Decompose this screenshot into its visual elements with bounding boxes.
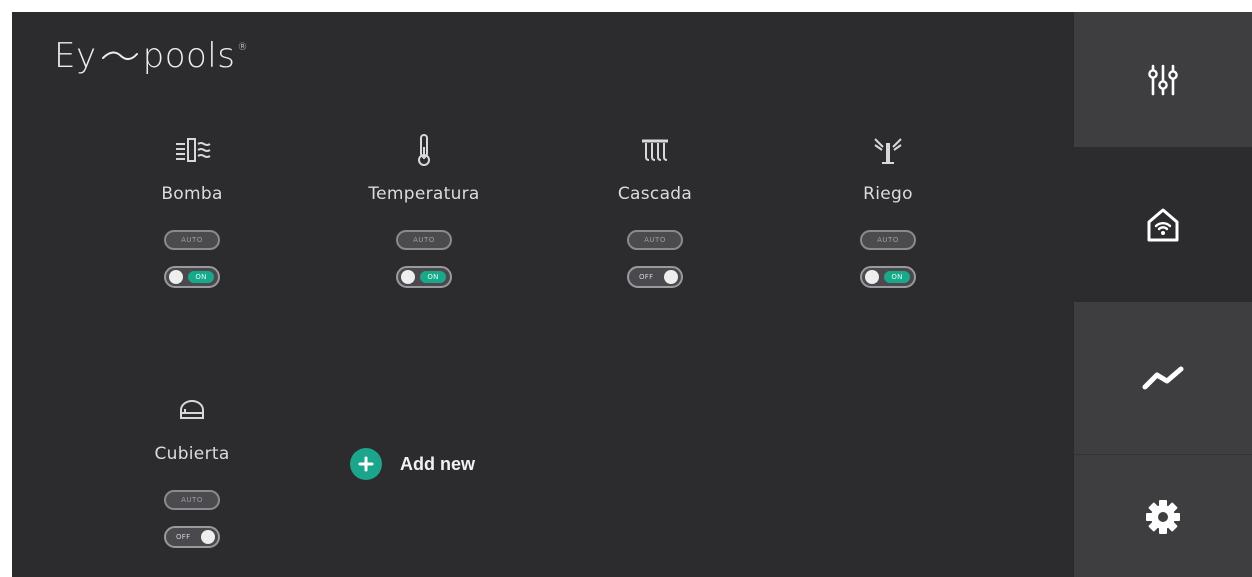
power-toggle[interactable]: ON <box>396 266 452 288</box>
auto-mode-button[interactable]: AUTO <box>396 230 452 250</box>
power-toggle[interactable]: OFF <box>627 266 683 288</box>
device-label: Riego <box>863 184 913 204</box>
auto-mode-button[interactable]: AUTO <box>860 230 916 250</box>
logo-text-left: Ey <box>54 36 97 76</box>
device-label: Temperatura <box>368 184 480 204</box>
toggle-knob <box>664 270 678 284</box>
auto-mode-button[interactable]: AUTO <box>164 230 220 250</box>
power-toggle[interactable]: ON <box>860 266 916 288</box>
toggle-state-label: ON <box>884 271 910 283</box>
toggle-knob <box>865 270 879 284</box>
sliders-icon <box>1148 64 1178 95</box>
sprinkler-icon <box>871 134 905 166</box>
device-card-temperatura: Temperatura AUTO ON <box>334 134 514 288</box>
add-new-button[interactable]: Add new <box>350 448 475 480</box>
sidebar-item-home[interactable] <box>1074 147 1252 302</box>
device-label: Bomba <box>161 184 223 204</box>
plus-icon <box>350 448 382 480</box>
sidebar-item-settings[interactable] <box>1074 454 1252 577</box>
device-card-cubierta: Cubierta AUTO OFF <box>102 394 282 548</box>
gear-icon <box>1146 499 1180 534</box>
device-card-bomba: Bomba AUTO ON <box>102 134 282 288</box>
app-screen: Ey pools ® Bomba AUTO ON Temperatura AUT… <box>12 12 1252 577</box>
brand-logo: Ey pools ® <box>54 36 248 76</box>
toggle-state-label: OFF <box>176 533 191 541</box>
toggle-state-label: OFF <box>639 273 654 281</box>
pool-cover-icon <box>177 394 207 426</box>
waterfall-icon <box>638 134 672 166</box>
toggle-state-label: ON <box>188 271 214 283</box>
power-toggle[interactable]: ON <box>164 266 220 288</box>
logo-registered-mark: ® <box>237 42 248 53</box>
trend-icon <box>1142 366 1184 390</box>
device-card-cascada: Cascada AUTO OFF <box>565 134 745 288</box>
toggle-state-label: ON <box>420 271 446 283</box>
toggle-knob <box>169 270 183 284</box>
device-label: Cubierta <box>154 444 230 464</box>
logo-text-right: pools <box>142 36 236 76</box>
device-label: Cascada <box>617 184 693 204</box>
auto-mode-button[interactable]: AUTO <box>627 230 683 250</box>
toggle-knob <box>401 270 415 284</box>
thermometer-icon <box>414 134 434 166</box>
sidebar-item-stats[interactable] <box>1074 302 1252 454</box>
device-card-riego: Riego AUTO ON <box>798 134 978 288</box>
pump-icon <box>172 134 212 166</box>
toggle-knob <box>201 530 215 544</box>
sidebar-nav <box>1074 12 1252 577</box>
smart-home-icon <box>1147 208 1179 241</box>
sidebar-item-controls[interactable] <box>1074 12 1252 147</box>
logo-wave-icon <box>101 51 138 60</box>
add-new-label: Add new <box>400 453 475 474</box>
power-toggle[interactable]: OFF <box>164 526 220 548</box>
auto-mode-button[interactable]: AUTO <box>164 490 220 510</box>
